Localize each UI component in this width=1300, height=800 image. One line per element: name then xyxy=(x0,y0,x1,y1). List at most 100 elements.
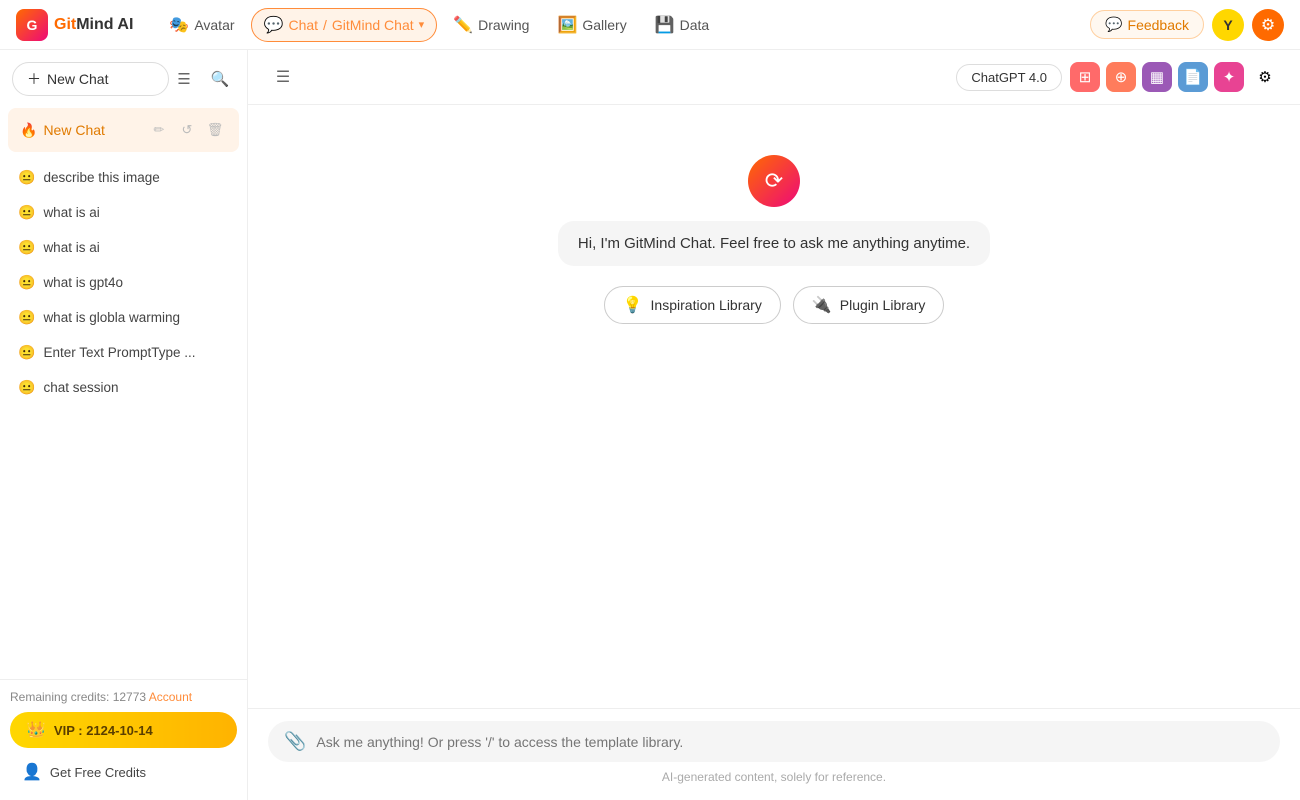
chat-list-item[interactable]: 😐 chat session xyxy=(8,370,239,405)
model-tools: ⊞ ⊕ ▦ 📄 ✦ ⚙ xyxy=(1070,62,1280,92)
logo-text: GitMind AI xyxy=(54,16,133,34)
user-avatar[interactable]: Y xyxy=(1212,9,1244,41)
chat-item-icon: 😐 xyxy=(18,239,35,256)
tool-btn-1[interactable]: ⊞ xyxy=(1070,62,1100,92)
logo-icon: G xyxy=(16,9,48,41)
active-chat-icon: 🔥 xyxy=(20,122,37,139)
delete-chat-btn[interactable]: 🗑 xyxy=(203,118,227,142)
chat-item-text: what is gpt4o xyxy=(43,275,123,290)
nav-items: 🎭 Avatar 💬 Chat / GitMind Chat ▾ ✏️ Draw… xyxy=(157,8,1082,42)
nav-right: 💬 Feedback Y ⚙ xyxy=(1090,9,1284,41)
collapse-sidebar-btn[interactable]: ☰ xyxy=(268,62,298,92)
feedback-label: Feedback xyxy=(1128,17,1189,33)
nav-gallery[interactable]: 🖼️ Gallery xyxy=(545,9,638,41)
chat-item-icon: 😐 xyxy=(18,169,35,186)
top-nav: G GitMind AI 🎭 Avatar 💬 Chat / GitMind C… xyxy=(0,0,1300,50)
crown-icon: 👑 xyxy=(26,720,46,740)
chat-list-item[interactable]: 😐 Enter Text PromptType ... xyxy=(8,335,239,370)
gallery-icon: 🖼️ xyxy=(557,15,577,35)
inspiration-library-button[interactable]: 💡 Inspiration Library xyxy=(604,286,781,324)
edit-chat-btn[interactable]: ✏ xyxy=(147,118,171,142)
plus-icon: ＋ xyxy=(27,69,41,89)
get-free-credits-button[interactable]: 👤 Get Free Credits xyxy=(10,754,237,790)
search-icon-btn[interactable]: 🔍 xyxy=(205,64,235,94)
nav-gitmind-chat-label: GitMind Chat xyxy=(332,17,414,33)
chat-header: ☰ ChatGPT 4.0 ⊞ ⊕ ▦ 📄 ✦ ⚙ xyxy=(248,50,1300,105)
nav-chevron-icon: ▾ xyxy=(419,18,425,31)
chat-item-icon: 😐 xyxy=(18,204,35,221)
bulb-icon: 💡 xyxy=(623,295,643,315)
sidebar: ＋ New Chat ☰ 🔍 🔥 New Chat ✏ ↺ 🗑 😐 describ… xyxy=(0,50,248,800)
chat-list-item[interactable]: 😐 what is globla warming xyxy=(8,300,239,335)
nav-chat[interactable]: 💬 Chat / GitMind Chat ▾ xyxy=(251,8,438,42)
nav-drawing-label: Drawing xyxy=(478,17,529,33)
active-chat-actions: ✏ ↺ 🗑 xyxy=(147,118,227,142)
nav-divider: / xyxy=(323,17,327,33)
account-link[interactable]: Account xyxy=(149,690,192,704)
drawing-icon: ✏️ xyxy=(453,15,473,35)
chat-item-icon: 😐 xyxy=(18,379,35,396)
person-icon: 👤 xyxy=(22,762,42,782)
chat-area: ☰ ChatGPT 4.0 ⊞ ⊕ ▦ 📄 ✦ ⚙ ⟳ Hi, I'm GitM… xyxy=(248,50,1300,800)
chat-item-text: what is ai xyxy=(43,240,99,255)
chat-item-text: describe this image xyxy=(43,170,159,185)
tool-btn-2[interactable]: ⊕ xyxy=(1106,62,1136,92)
chat-list: 😐 describe this image 😐 what is ai 😐 what is … xyxy=(0,152,247,679)
inspiration-library-label: Inspiration Library xyxy=(651,297,762,313)
settings-gear-btn[interactable]: ⚙ xyxy=(1250,62,1280,92)
chat-input-area: 📎 AI-generated content, solely for refer… xyxy=(248,708,1300,800)
main-layout: ＋ New Chat ☰ 🔍 🔥 New Chat ✏ ↺ 🗑 😐 describ… xyxy=(0,50,1300,800)
chat-list-item[interactable]: 😐 what is ai xyxy=(8,230,239,265)
active-chat-item[interactable]: 🔥 New Chat ✏ ↺ 🗑 xyxy=(8,108,239,152)
welcome-section: ⟳ Hi, I'm GitMind Chat. Feel free to ask… xyxy=(308,135,1240,324)
avatar-icon: 🎭 xyxy=(169,15,189,35)
model-controls: ChatGPT 4.0 ⊞ ⊕ ▦ 📄 ✦ ⚙ xyxy=(956,62,1280,92)
bot-avatar: ⟳ xyxy=(748,155,800,207)
nav-avatar-label: Avatar xyxy=(194,17,234,33)
list-icon-btn[interactable]: ☰ xyxy=(169,64,199,94)
active-chat-label: 🔥 New Chat xyxy=(20,122,105,139)
plugin-icon: 🔌 xyxy=(812,295,832,315)
tool-btn-5[interactable]: ✦ xyxy=(1214,62,1244,92)
input-wrapper: 📎 xyxy=(268,721,1280,762)
chat-item-text: what is globla warming xyxy=(43,310,180,325)
active-chat-text: New Chat xyxy=(43,122,104,138)
tool-btn-3[interactable]: ▦ xyxy=(1142,62,1172,92)
nav-drawing[interactable]: ✏️ Drawing xyxy=(441,9,541,41)
nav-avatar[interactable]: 🎭 Avatar xyxy=(157,9,246,41)
chat-list-item[interactable]: 😐 what is ai xyxy=(8,195,239,230)
chat-item-icon: 😐 xyxy=(18,274,35,291)
nav-chat-label: Chat xyxy=(288,17,318,33)
feedback-icon: 💬 xyxy=(1105,16,1122,33)
sidebar-icon-group: ☰ 🔍 xyxy=(169,64,235,94)
feedback-button[interactable]: 💬 Feedback xyxy=(1090,10,1204,39)
plugin-library-button[interactable]: 🔌 Plugin Library xyxy=(793,286,945,324)
sidebar-bottom: Remaining credits: 12773 Account 👑 VIP :… xyxy=(0,679,247,800)
credits-text: Remaining credits: 12773 Account xyxy=(10,690,237,704)
nav-data-label: Data xyxy=(680,17,710,33)
chat-item-text: what is ai xyxy=(43,205,99,220)
vip-button[interactable]: 👑 VIP : 2124-10-14 xyxy=(10,712,237,748)
model-label: ChatGPT 4.0 xyxy=(971,70,1047,85)
chat-item-icon: 😐 xyxy=(18,344,35,361)
refresh-chat-btn[interactable]: ↺ xyxy=(175,118,199,142)
chat-icon: 💬 xyxy=(264,15,284,35)
settings-icon-btn[interactable]: ⚙ xyxy=(1252,9,1284,41)
plugin-library-label: Plugin Library xyxy=(840,297,926,313)
new-chat-button[interactable]: ＋ New Chat xyxy=(12,62,169,96)
chat-item-icon: 😐 xyxy=(18,309,35,326)
chat-list-item[interactable]: 😐 describe this image xyxy=(8,160,239,195)
chat-item-text: Enter Text PromptType ... xyxy=(43,345,195,360)
logo: G GitMind AI xyxy=(16,9,133,41)
chat-item-text: chat session xyxy=(43,380,118,395)
chat-messages: ⟳ Hi, I'm GitMind Chat. Feel free to ask… xyxy=(248,105,1300,708)
vip-label: VIP : 2124-10-14 xyxy=(54,723,153,738)
nav-data[interactable]: 💾 Data xyxy=(643,9,722,41)
get-free-credits-label: Get Free Credits xyxy=(50,765,146,780)
tool-btn-4[interactable]: 📄 xyxy=(1178,62,1208,92)
model-selector[interactable]: ChatGPT 4.0 xyxy=(956,64,1062,91)
chat-list-item[interactable]: 😐 what is gpt4o xyxy=(8,265,239,300)
chat-input[interactable] xyxy=(316,734,1264,750)
attach-icon[interactable]: 📎 xyxy=(284,731,306,752)
nav-gallery-label: Gallery xyxy=(582,17,626,33)
